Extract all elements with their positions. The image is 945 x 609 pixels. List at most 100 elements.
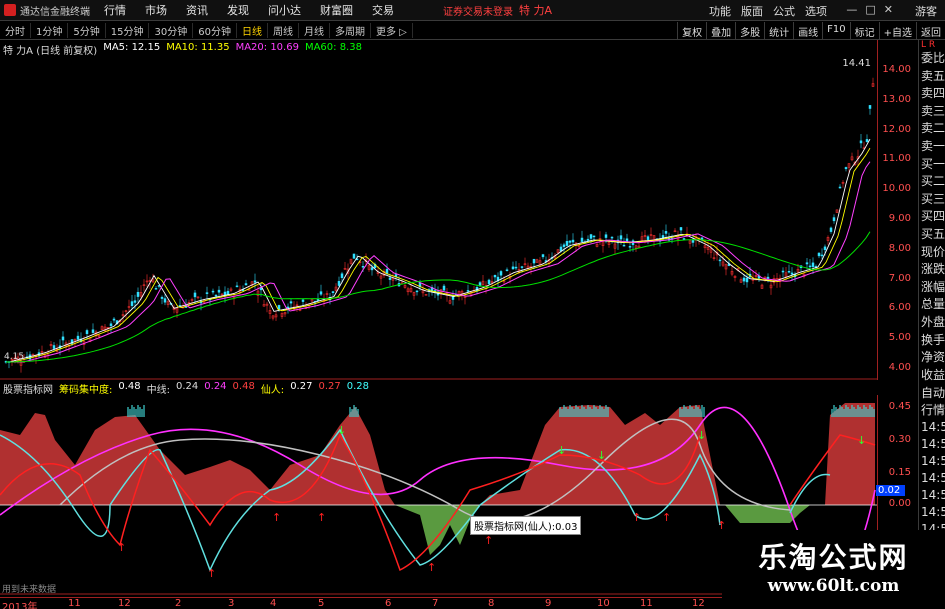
guest-button[interactable]: 游客: [915, 3, 937, 19]
tool-back[interactable]: 返回: [916, 22, 945, 40]
period-60min[interactable]: 60分钟: [193, 23, 237, 38]
quote-field-7: 买二: [921, 174, 945, 189]
candle-body: [844, 167, 848, 170]
tick-row-1[interactable]: 行情: [919, 402, 945, 419]
tool-multistock[interactable]: 多股: [735, 22, 764, 40]
candle-body: [559, 246, 563, 252]
price-tick-label: 4.00: [888, 362, 911, 373]
menu-layout[interactable]: 版面: [741, 3, 763, 19]
candle-body: [211, 290, 215, 293]
indicator-tick-label: 0.45: [888, 401, 911, 412]
candle-body: [514, 266, 518, 269]
candle-body: [646, 236, 650, 240]
menu-news[interactable]: 资讯: [186, 2, 208, 18]
candle-body: [589, 234, 593, 239]
menu-discover[interactable]: 发现: [227, 2, 249, 18]
date-tick-label: 4: [270, 598, 277, 609]
menu-market[interactable]: 市场: [145, 2, 167, 18]
quote-field-18: 收益: [921, 367, 945, 382]
quote-field-13: 涨幅: [921, 279, 945, 294]
value-4: 0.48: [232, 381, 255, 392]
tick-row-0[interactable]: 自动: [919, 385, 945, 402]
sell-arrow-icon: ↓: [557, 444, 566, 457]
login-status[interactable]: 证券交易未登录: [443, 3, 513, 18]
date-tick-label: 9: [545, 598, 552, 609]
tool-stats[interactable]: 统计: [764, 22, 793, 40]
buy-arrow-icon: ↑: [272, 511, 281, 524]
tool-adjust[interactable]: 复权: [677, 22, 706, 40]
period-timeshare[interactable]: 分时: [0, 23, 31, 38]
indicator-name[interactable]: 股票指标网: [3, 381, 53, 396]
app-logo-icon: [4, 4, 16, 16]
panel-header[interactable]: L R: [919, 40, 945, 50]
menu-formula[interactable]: 公式: [773, 3, 795, 19]
quote-field-9: 买四: [921, 209, 945, 224]
period-more[interactable]: 更多 ▷: [371, 23, 413, 38]
date-tick-label: 6: [385, 598, 392, 609]
menu-ask[interactable]: 问小达: [268, 2, 301, 18]
candle-body: [214, 294, 218, 297]
negative-area: [395, 505, 480, 555]
candle-body: [277, 305, 281, 310]
tool-add-watchlist[interactable]: +自选: [878, 22, 916, 40]
candle-body: [580, 237, 584, 242]
tick-row-6: 14:56: [921, 488, 945, 502]
candle-body: [568, 240, 572, 243]
price-tick-label: 8.00: [888, 242, 911, 254]
quote-field-17: 净资: [921, 350, 945, 365]
menu-wealth[interactable]: 财富圈: [320, 2, 353, 18]
xianren-label: 仙人:: [260, 385, 285, 396]
candle-body: [541, 254, 545, 258]
candle-body: [136, 291, 140, 297]
tick-row-3: 14:55: [921, 437, 945, 451]
indicator-tick-label: 0.02: [876, 485, 905, 496]
ma20-value: MA20: 10.69: [235, 42, 299, 53]
quote-field-3: 卖三: [921, 103, 945, 118]
tool-f10[interactable]: F10: [822, 22, 849, 40]
sell-arrow-icon: ↓: [857, 434, 866, 447]
date-tick-label: 2: [175, 598, 182, 609]
period-monthly[interactable]: 月线: [299, 23, 330, 38]
period-multi[interactable]: 多周期: [330, 23, 371, 38]
period-daily[interactable]: 日线: [237, 23, 268, 38]
candle-body: [571, 239, 575, 243]
menu-options[interactable]: 选项: [805, 3, 827, 19]
price-tick-label: 13.00: [882, 93, 911, 105]
maximize-button[interactable]: □: [865, 3, 875, 16]
quote-field-2: 卖四: [921, 86, 945, 101]
low-price-label: 4.15: [4, 352, 24, 362]
period-15min[interactable]: 15分钟: [106, 23, 150, 38]
candle-body: [244, 283, 248, 286]
candle-body: [160, 296, 164, 299]
period-5min[interactable]: 5分钟: [68, 23, 106, 38]
candle-body: [805, 262, 809, 265]
menu-function[interactable]: 功能: [709, 3, 731, 19]
price-tick-label: 7.00: [888, 272, 911, 284]
menu-trade[interactable]: 交易: [372, 2, 394, 18]
date-tick-label: 10: [597, 598, 610, 609]
period-weekly[interactable]: 周线: [268, 23, 299, 38]
ma5-value: MA5: 12.15: [103, 42, 161, 53]
menu-quotes[interactable]: 行情: [104, 2, 126, 18]
menu-bar: 通达信金融终端 行情 市场 资讯 发现 问小达 财富圈 交易 证券交易未登录 特…: [0, 0, 945, 21]
period-1min[interactable]: 1分钟: [31, 23, 69, 38]
candle-body: [532, 258, 536, 264]
date-tick-label: 3: [228, 598, 235, 609]
candle-body: [253, 280, 257, 283]
price-chart[interactable]: 4.15: [0, 40, 877, 380]
candle-body: [340, 273, 344, 278]
candle-body: [619, 235, 623, 240]
sell-arrow-icon: ↓: [697, 429, 706, 442]
quote-field-15: 外盘: [921, 314, 945, 329]
tool-draw[interactable]: 画线: [793, 22, 822, 40]
close-button[interactable]: ✕: [884, 3, 893, 16]
candle-body: [316, 298, 320, 302]
tool-mark[interactable]: 标记: [849, 22, 879, 40]
quote-field-16: 换手: [921, 332, 945, 347]
candle-body: [829, 227, 833, 232]
quote-field-8: 买三: [921, 191, 945, 206]
minimize-button[interactable]: —: [846, 3, 857, 16]
period-30min[interactable]: 30分钟: [149, 23, 194, 38]
tool-overlay[interactable]: 叠加: [706, 22, 735, 40]
price-tick-label: 14.00: [882, 64, 911, 75]
